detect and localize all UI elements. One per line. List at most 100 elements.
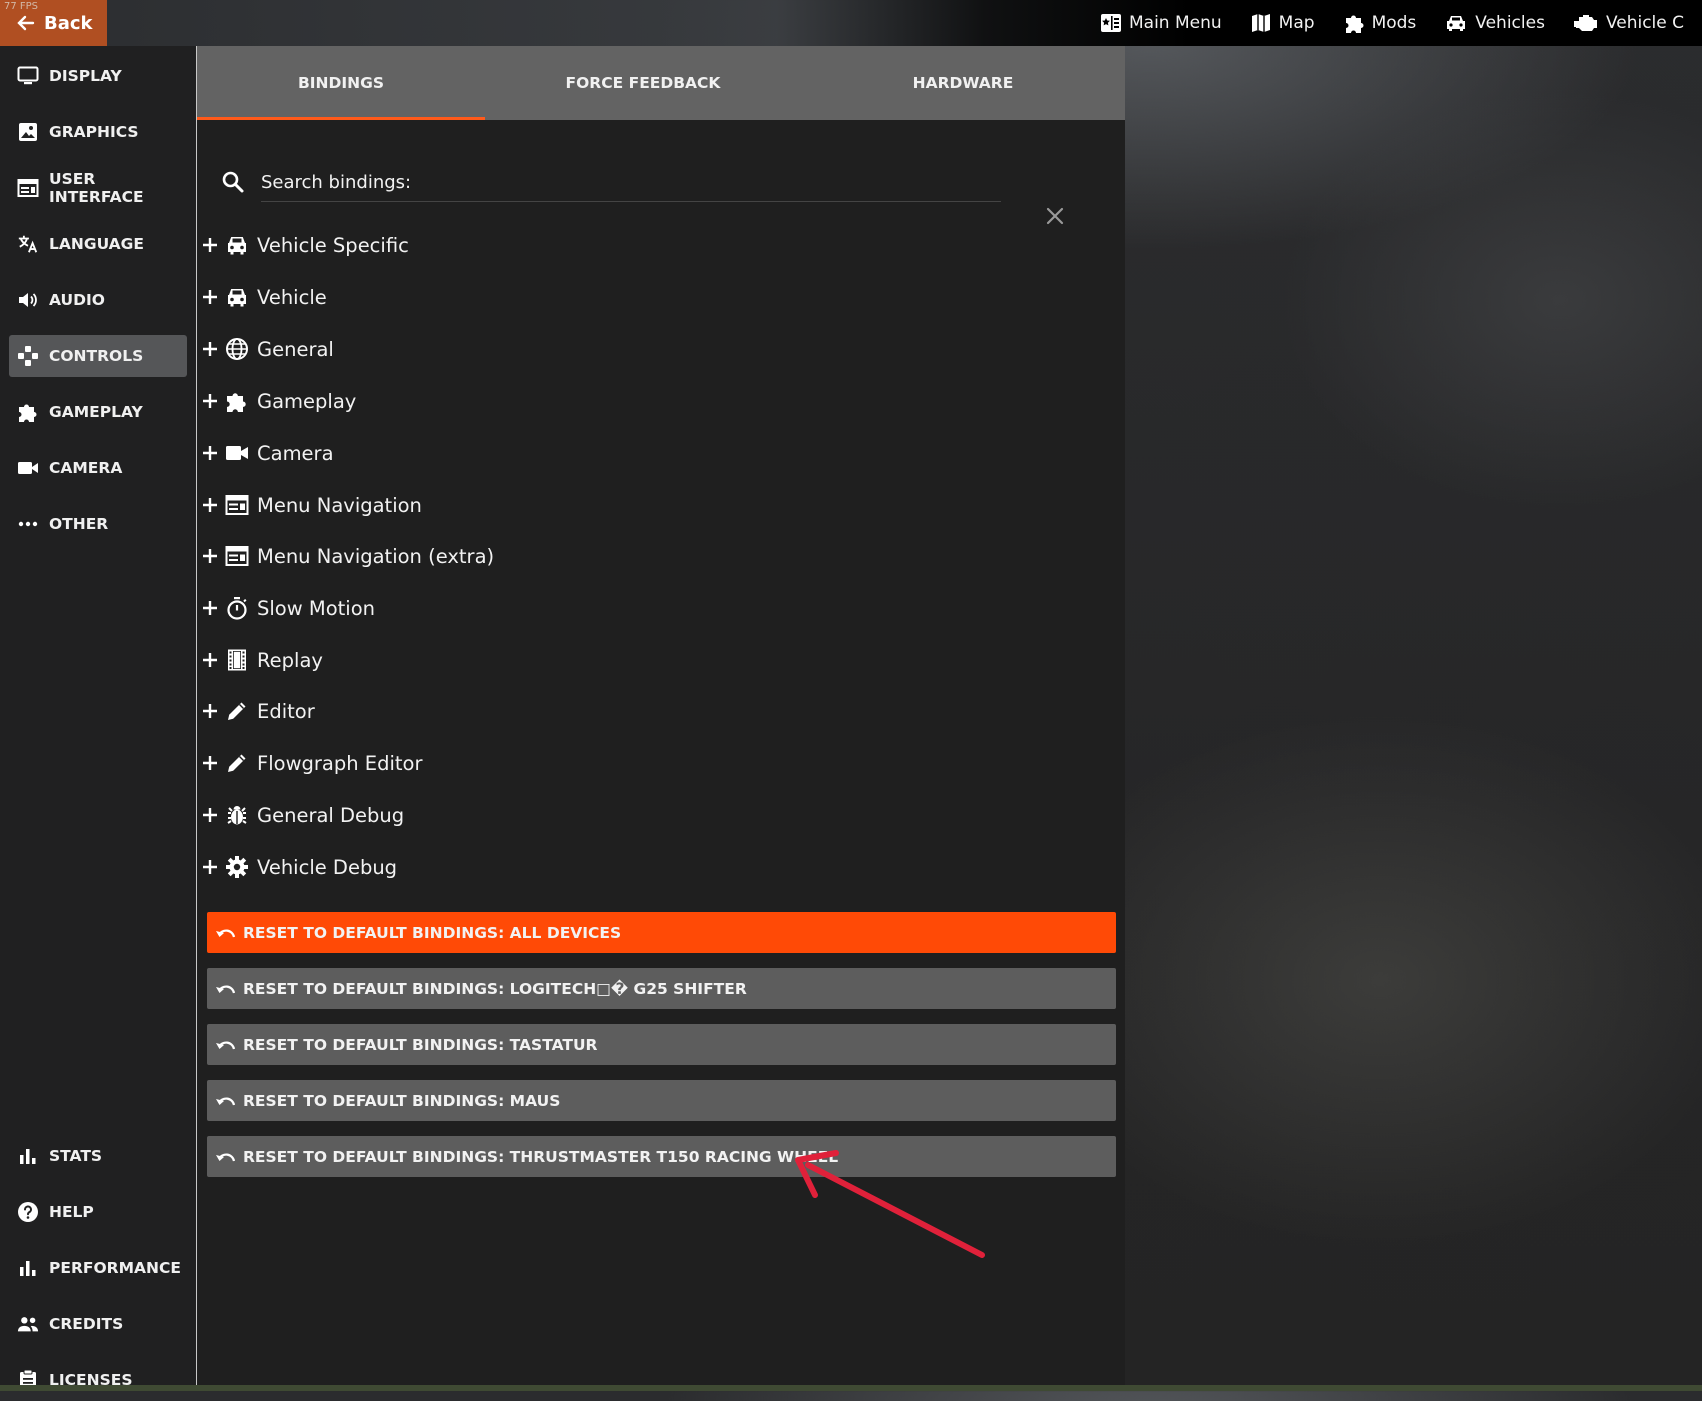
window-icon: [225, 544, 249, 568]
category-label: Flowgraph Editor: [257, 751, 423, 775]
sidebar-item-other[interactable]: OTHER: [9, 503, 187, 545]
sidebar-item-stats[interactable]: STATS: [9, 1135, 187, 1177]
category-vehicle-debug[interactable]: Vehicle Debug: [197, 845, 1125, 889]
search-icon: [221, 170, 245, 194]
category-general[interactable]: General: [197, 327, 1125, 371]
reset-all-devices-button[interactable]: RESET TO DEFAULT BINDINGS: ALL DEVICES: [207, 912, 1116, 953]
sidebar-item-label: LANGUAGE: [49, 235, 144, 253]
car-icon: [225, 233, 249, 257]
sidebar-item-credits[interactable]: CREDITS: [9, 1303, 187, 1345]
category-camera[interactable]: Camera: [197, 431, 1125, 475]
expand-plus-icon: [199, 545, 221, 567]
undo-icon: [215, 1149, 237, 1165]
monitor-icon: [17, 65, 39, 87]
bar-chart-icon: [17, 1145, 39, 1167]
puzzle-icon: [17, 401, 39, 423]
annotation-arrow-icon: [795, 1150, 985, 1258]
sidebar-item-gameplay[interactable]: GAMEPLAY: [9, 391, 187, 433]
sidebar-item-display[interactable]: DISPLAY: [9, 55, 187, 97]
topnav-main-menu[interactable]: Main Menu: [1100, 13, 1222, 33]
sidebar-item-label: STATS: [49, 1147, 103, 1165]
topnav-label: Main Menu: [1129, 13, 1222, 33]
sidebar-item-audio[interactable]: AUDIO: [9, 279, 187, 321]
puzzle-icon: [1343, 12, 1365, 34]
sidebar-item-label: OTHER: [49, 515, 109, 533]
settings-sidebar: DISPLAY GRAPHICS USER INTERFACE LANGUAGE…: [0, 46, 197, 1390]
undo-icon: [215, 981, 237, 997]
category-label: Editor: [257, 699, 315, 723]
sidebar-item-label: GRAPHICS: [49, 123, 139, 141]
bottom-strip: [0, 1385, 1702, 1391]
category-label: Gameplay: [257, 389, 357, 413]
topnav-label: Map: [1278, 13, 1315, 33]
expand-plus-icon: [199, 442, 221, 464]
category-label: Menu Navigation: [257, 493, 422, 517]
undo-icon: [215, 925, 237, 941]
camera-icon: [17, 457, 39, 479]
category-label: Menu Navigation (extra): [257, 544, 495, 568]
sidebar-item-language[interactable]: LANGUAGE: [9, 223, 187, 265]
expand-plus-icon: [199, 856, 221, 878]
sidebar-item-licenses[interactable]: LICENSES: [9, 1359, 187, 1401]
expand-plus-icon: [199, 597, 221, 619]
speaker-icon: [17, 289, 39, 311]
bug-icon: [225, 803, 249, 827]
reset-tastatur-button[interactable]: RESET TO DEFAULT BINDINGS: TASTATUR: [207, 1024, 1116, 1065]
topnav-vehicle-config[interactable]: Vehicle C: [1573, 13, 1684, 33]
category-vehicle-specific[interactable]: Vehicle Specific: [197, 223, 1125, 267]
sidebar-item-label: CAMERA: [49, 459, 123, 477]
reset-button-label: RESET TO DEFAULT BINDINGS: LOGITECH□� G2…: [243, 979, 747, 998]
tab-bar: BINDINGS FORCE FEEDBACK HARDWARE: [197, 46, 1125, 120]
category-label: Vehicle: [257, 285, 327, 309]
film-icon: [225, 648, 249, 672]
sidebar-item-camera[interactable]: CAMERA: [9, 447, 187, 489]
category-editor[interactable]: Editor: [197, 689, 1125, 733]
sidebar-item-graphics[interactable]: GRAPHICS: [9, 111, 187, 153]
category-menu-navigation-extra[interactable]: Menu Navigation (extra): [197, 534, 1125, 578]
globe-icon: [225, 337, 249, 361]
reset-maus-button[interactable]: RESET TO DEFAULT BINDINGS: MAUS: [207, 1080, 1116, 1121]
topnav-mods[interactable]: Mods: [1343, 12, 1416, 34]
category-menu-navigation[interactable]: Menu Navigation: [197, 483, 1125, 527]
undo-icon: [215, 1093, 237, 1109]
tab-bindings[interactable]: BINDINGS: [197, 46, 485, 120]
gamepad-icon: [17, 345, 39, 367]
topnav-map[interactable]: Map: [1250, 13, 1315, 33]
engine-icon: [1573, 13, 1599, 33]
sidebar-item-label: CREDITS: [49, 1315, 124, 1333]
category-label: Slow Motion: [257, 596, 375, 620]
tab-hardware[interactable]: HARDWARE: [801, 46, 1125, 120]
main-menu-icon: [1100, 13, 1122, 33]
sidebar-item-performance[interactable]: PERFORMANCE: [9, 1247, 187, 1289]
tab-force-feedback[interactable]: FORCE FEEDBACK: [485, 46, 801, 120]
sidebar-item-controls[interactable]: CONTROLS: [9, 335, 187, 377]
category-label: Vehicle Debug: [257, 855, 398, 879]
sidebar-item-help[interactable]: HELP: [9, 1191, 187, 1233]
people-icon: [17, 1313, 39, 1335]
search-input[interactable]: [261, 164, 1001, 202]
bar-chart-icon: [17, 1257, 39, 1279]
search-bar: [197, 120, 1125, 225]
expand-plus-icon: [199, 649, 221, 671]
window-icon: [17, 177, 39, 199]
category-replay[interactable]: Replay: [197, 638, 1125, 682]
arrow-left-icon: [16, 13, 36, 33]
category-slow-motion[interactable]: Slow Motion: [197, 586, 1125, 630]
category-general-debug[interactable]: General Debug: [197, 793, 1125, 837]
sidebar-item-label: CONTROLS: [49, 347, 144, 365]
pencil-icon: [225, 751, 249, 775]
category-label: Replay: [257, 648, 323, 672]
reset-button-label: RESET TO DEFAULT BINDINGS: TASTATUR: [243, 1035, 598, 1054]
topnav-vehicles[interactable]: Vehicles: [1444, 13, 1545, 33]
category-gameplay[interactable]: Gameplay: [197, 379, 1125, 423]
expand-plus-icon: [199, 700, 221, 722]
reset-logitech-g25-shifter-button[interactable]: RESET TO DEFAULT BINDINGS: LOGITECH□� G2…: [207, 968, 1116, 1009]
expand-plus-icon: [199, 234, 221, 256]
category-flowgraph-editor[interactable]: Flowgraph Editor: [197, 741, 1125, 785]
category-label: Vehicle Specific: [257, 233, 409, 257]
sidebar-item-user-interface[interactable]: USER INTERFACE: [9, 167, 187, 209]
puzzle-icon: [225, 389, 249, 413]
expand-plus-icon: [199, 804, 221, 826]
expand-plus-icon: [199, 286, 221, 308]
category-vehicle[interactable]: Vehicle: [197, 275, 1125, 319]
